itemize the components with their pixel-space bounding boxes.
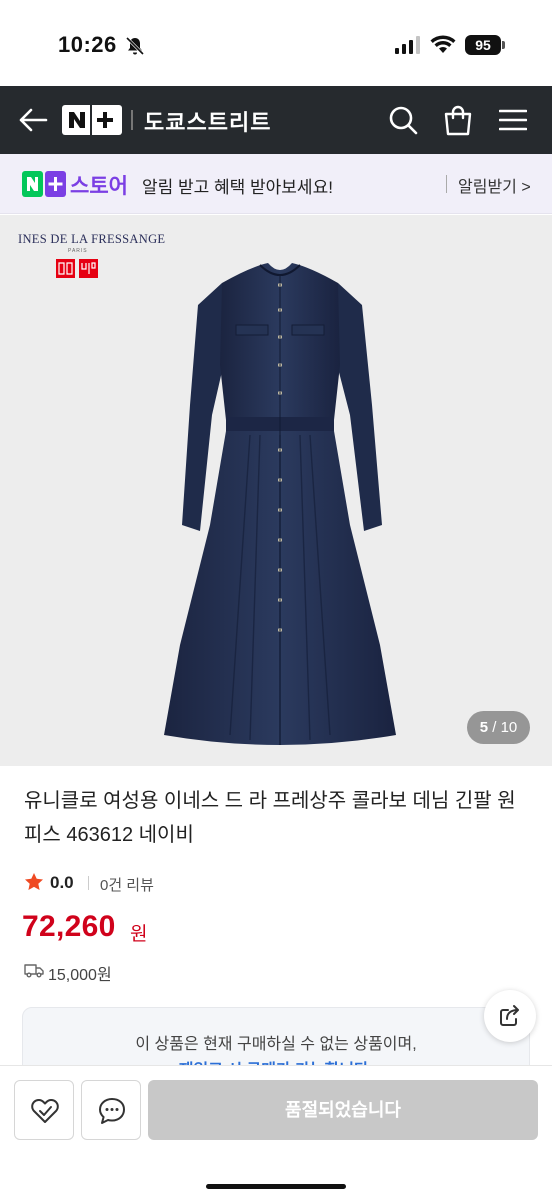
status-time: 10:26	[58, 32, 117, 57]
denim-dress-image	[164, 263, 396, 745]
top-navigation: 도쿄스트리트	[0, 86, 552, 154]
image-counter-current: 5	[479, 719, 489, 736]
bottom-action-bar: 품절되었습니다	[0, 1065, 552, 1200]
home-indicator	[206, 1184, 346, 1189]
wifi-icon	[430, 35, 456, 53]
logo-separator	[131, 110, 133, 130]
bell-off-icon	[125, 36, 145, 56]
promo-separator	[446, 175, 447, 193]
product-price: 72,260	[22, 910, 116, 943]
rating-value: 0.0	[50, 873, 74, 892]
heart-check-icon	[31, 1099, 59, 1123]
image-counter: 5 / 10	[467, 711, 530, 744]
sold-out-button[interactable]: 품절되었습니다	[148, 1080, 538, 1140]
collab-brand-label: INES DE LA FRESSANGE	[18, 232, 166, 246]
menu-icon[interactable]	[499, 108, 527, 132]
shipping-fee: 15,000원	[48, 967, 112, 984]
naver-plus-store-logo	[22, 171, 66, 197]
share-icon	[500, 1005, 519, 1026]
notice-message: 이 상품은 현재 구매하실 수 없는 상품이며,	[135, 1036, 417, 1053]
product-title: 유니클로 여성용 이네스 드 라 프레상주 콜라보 데님 긴팔 원피스 4636…	[24, 790, 516, 846]
wishlist-button[interactable]	[14, 1080, 74, 1140]
star-icon	[25, 873, 43, 890]
collab-brand-sublabel: PARIS	[68, 248, 88, 254]
price-unit: 원	[130, 924, 148, 945]
battery-indicator: 95	[465, 35, 501, 55]
review-count[interactable]: 0건 리뷰	[100, 874, 154, 895]
rating-separator	[88, 876, 89, 890]
get-notifications-link[interactable]: 알림받기 >	[458, 173, 531, 197]
promo-store-label: 스토어	[70, 175, 128, 198]
signal-icon	[395, 36, 420, 54]
product-image-carousel[interactable]: INES DE LA FRESSANGE PARIS 5 / 10	[0, 215, 552, 766]
image-counter-total: / 10	[492, 719, 518, 736]
chat-bubble-icon	[99, 1098, 125, 1124]
chat-inquiry-button[interactable]	[81, 1080, 141, 1140]
delivery-truck-icon	[24, 964, 44, 978]
battery-tip	[502, 41, 505, 49]
status-bar: 10:26 95	[0, 0, 552, 86]
share-button[interactable]	[484, 990, 536, 1042]
search-icon[interactable]	[388, 105, 418, 135]
uniqlo-logo	[56, 259, 98, 278]
notification-promo-banner[interactable]: 스토어 알림 받고 혜택 받아보세요! 알림받기 >	[0, 154, 552, 214]
promo-message: 알림 받고 혜택 받아보세요!	[142, 178, 333, 197]
naver-plus-logo[interactable]	[62, 105, 122, 135]
back-arrow-icon[interactable]	[18, 106, 48, 134]
store-title[interactable]: 도쿄스트리트	[144, 105, 271, 137]
shopping-bag-icon[interactable]	[443, 104, 473, 136]
